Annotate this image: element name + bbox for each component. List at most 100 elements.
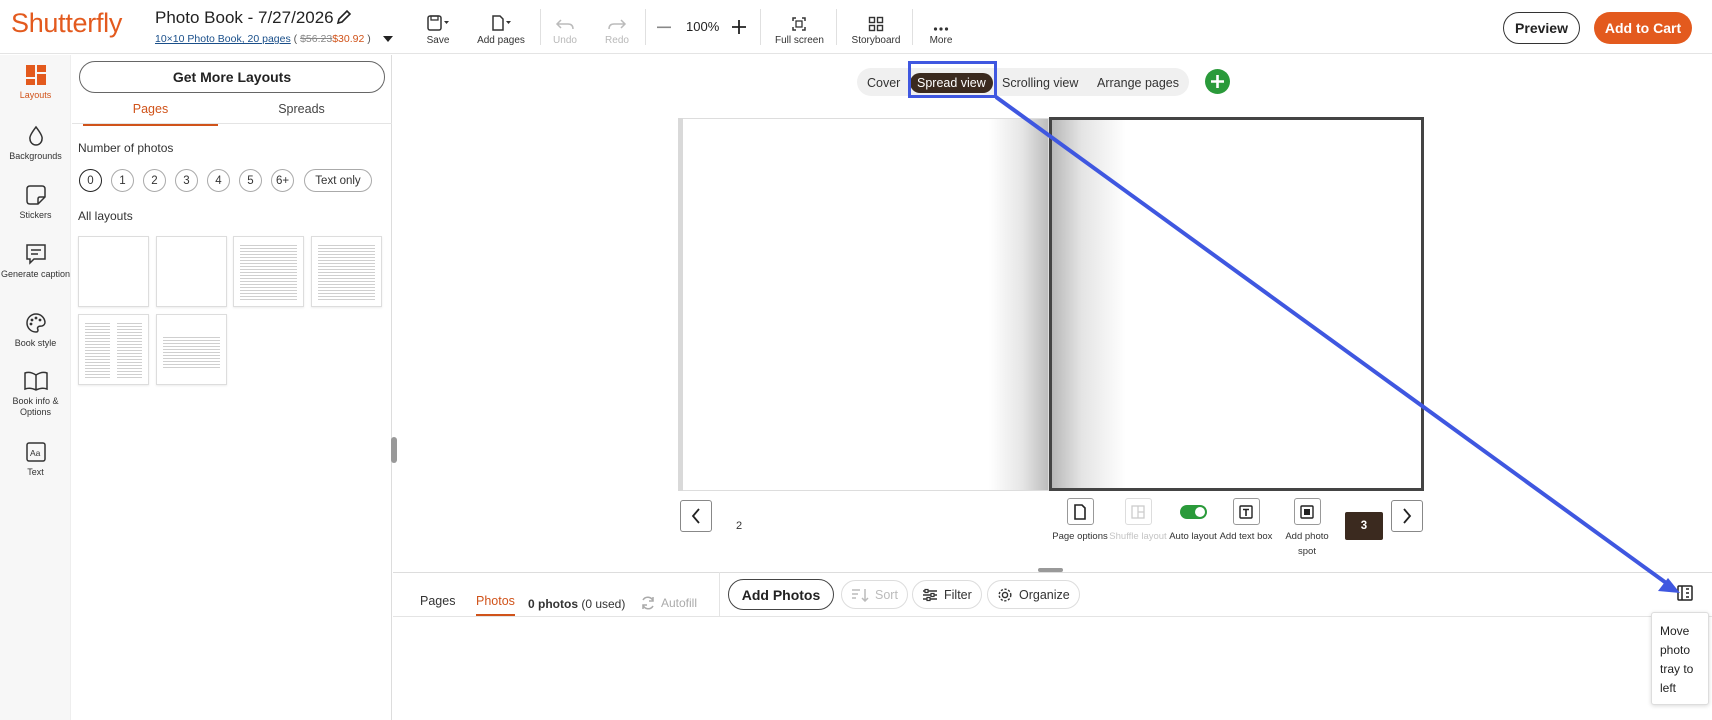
tooltip-move-tray: Move photo tray to left <box>1651 612 1709 705</box>
current-page-badge: 3 <box>1345 512 1383 540</box>
zoom-out-icon[interactable] <box>657 26 671 29</box>
view-tab-arrange-pages[interactable]: Arrange pages <box>1097 73 1179 93</box>
redo-icon <box>608 19 627 30</box>
rail-item-generate-caption[interactable]: Generate caption <box>0 243 71 280</box>
layouts-icon <box>25 65 46 85</box>
filter-button[interactable]: Filter <box>912 580 982 609</box>
add-to-cart-button[interactable]: Add to Cart <box>1594 12 1692 44</box>
get-more-layouts-button[interactable]: Get More Layouts <box>79 61 385 93</box>
highlight-box <box>908 61 997 98</box>
photo-spot-icon <box>1300 504 1314 519</box>
divider <box>72 123 392 124</box>
layout-thumbnail[interactable] <box>233 236 304 307</box>
preview-button[interactable]: Preview <box>1503 12 1580 44</box>
zoom-in-icon[interactable] <box>731 19 747 35</box>
photo-count-chip[interactable]: 3 <box>175 169 198 192</box>
rail-item-book-info[interactable]: Book info & Options <box>0 370 71 418</box>
photo-count-chip[interactable]: 1 <box>111 169 134 192</box>
photo-count-chip[interactable]: 4 <box>207 169 230 192</box>
layout-thumbnail[interactable] <box>156 236 227 307</box>
divider <box>393 616 1712 617</box>
add-text-box-button[interactable]: Add text box <box>1215 498 1277 544</box>
text-only-chip[interactable]: Text only <box>304 169 372 192</box>
right-page[interactable] <box>1049 117 1424 491</box>
rail-item-stickers[interactable]: Stickers <box>0 184 71 221</box>
shuffle-layout-button[interactable]: Shuffle layout <box>1107 498 1169 544</box>
layout-thumbnail[interactable] <box>78 314 149 385</box>
page-options-icon <box>1074 503 1086 520</box>
tab-spreads[interactable]: Spreads <box>234 102 369 124</box>
photo-count-chip[interactable]: 6+ <box>271 169 294 192</box>
panel-resize-handle[interactable] <box>391 437 397 463</box>
tool-rail: Layouts Backgrounds Stickers Generate ca… <box>0 55 71 720</box>
add-pages-button[interactable]: Add pages <box>476 12 526 46</box>
previous-page-button[interactable] <box>680 500 712 532</box>
undo-button[interactable]: Undo <box>551 12 579 46</box>
sticker-icon <box>25 185 46 205</box>
left-page-number: 2 <box>736 520 743 532</box>
rail-item-text[interactable]: Aa Text <box>0 441 71 478</box>
book-title[interactable]: Photo Book - 7/27/2026 <box>155 8 334 28</box>
add-page-button[interactable] <box>1205 69 1230 94</box>
layout-thumbnail[interactable] <box>78 236 149 307</box>
left-page[interactable] <box>678 118 1049 491</box>
view-tab-scrolling[interactable]: Scrolling view <box>1002 73 1078 93</box>
autofill-button[interactable]: Autofill <box>640 595 697 611</box>
more-button[interactable]: More <box>928 12 954 46</box>
palette-icon <box>25 313 46 333</box>
new-price: $30.92 <box>332 33 365 45</box>
next-page-button[interactable] <box>1391 500 1423 532</box>
layouts-panel: Get More Layouts Pages Spreads Number of… <box>72 55 392 720</box>
plus-icon <box>1211 75 1224 88</box>
undo-icon <box>555 19 574 30</box>
zoom-level: 100% <box>686 19 720 34</box>
tray-tab-pages[interactable]: Pages <box>420 594 455 608</box>
page-options-button[interactable]: Page options <box>1049 498 1111 544</box>
text-icon: Aa <box>25 442 46 462</box>
more-dots-icon <box>933 27 949 31</box>
number-of-photos-label: Number of photos <box>78 141 174 155</box>
photo-count-chip[interactable]: 2 <box>143 169 166 192</box>
page-edge <box>678 118 683 491</box>
filter-sliders-icon <box>923 588 937 601</box>
rail-item-backgrounds[interactable]: Backgrounds <box>0 125 71 162</box>
caption-icon <box>25 244 46 265</box>
divider <box>540 9 541 45</box>
divider <box>836 9 837 45</box>
view-tab-cover[interactable]: Cover <box>867 73 900 93</box>
rail-item-layouts[interactable]: Layouts <box>0 64 71 101</box>
shuffle-layout-icon <box>1131 504 1145 519</box>
full-screen-button[interactable]: Full screen <box>775 12 824 46</box>
save-icon <box>427 15 449 31</box>
layout-thumbnail[interactable] <box>156 314 227 385</box>
redo-button[interactable]: Redo <box>603 12 631 46</box>
add-photos-button[interactable]: Add Photos <box>728 579 834 610</box>
add-photo-spot-button[interactable]: Add photo spot <box>1276 498 1338 559</box>
gear-icon <box>998 587 1012 602</box>
sort-button[interactable]: Sort <box>841 580 908 609</box>
brand-logo[interactable]: Shutterfly <box>11 8 122 39</box>
move-tray-icon[interactable] <box>1676 584 1694 602</box>
organize-button[interactable]: Organize <box>987 580 1080 609</box>
drop-icon <box>28 125 43 146</box>
edit-pencil-icon[interactable] <box>335 8 353 26</box>
book-size-link[interactable]: 10×10 Photo Book, 20 pages <box>155 33 291 45</box>
tray-resize-handle[interactable] <box>1038 568 1063 572</box>
storyboard-button[interactable]: Storyboard <box>850 12 902 46</box>
divider <box>760 9 761 45</box>
full-screen-icon <box>792 17 806 31</box>
book-icon <box>23 371 48 391</box>
tray-tab-photos[interactable]: Photos <box>476 594 515 616</box>
save-button[interactable]: Save <box>420 12 456 46</box>
rail-item-book-style[interactable]: Book style <box>0 312 71 349</box>
caret-down-icon[interactable] <box>382 35 394 43</box>
layout-thumbnail[interactable] <box>311 236 382 307</box>
toggle-switch[interactable] <box>1179 505 1207 519</box>
divider <box>912 9 913 45</box>
photo-count-chip[interactable]: 0 <box>79 169 102 192</box>
photo-count-chip[interactable]: 5 <box>239 169 262 192</box>
refresh-icon <box>642 596 654 610</box>
book-summary: 10×10 Photo Book, 20 pages ( $56.23$30.9… <box>155 33 371 45</box>
svg-text:Aa: Aa <box>30 448 41 458</box>
storyboard-icon <box>868 16 884 32</box>
